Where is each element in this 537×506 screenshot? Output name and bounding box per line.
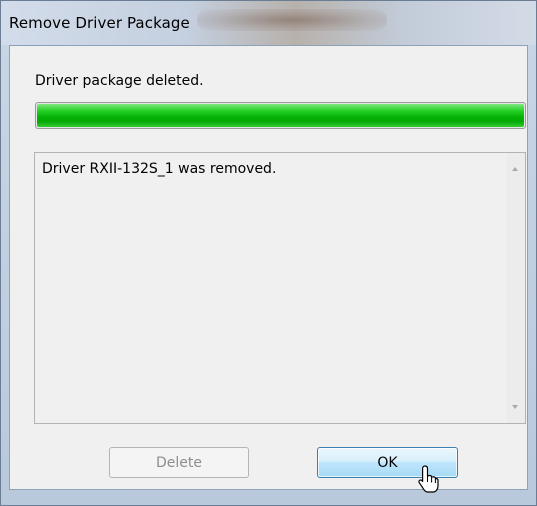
status-message: Driver package deleted. [35,73,204,89]
delete-button[interactable]: Delete [109,447,249,478]
dialog-client-area: Driver package deleted. Driver RXII-132S… [9,45,528,490]
log-textbox[interactable]: Driver RXII-132S_1 was removed. [34,152,526,424]
progress-bar [35,102,526,129]
remove-driver-package-dialog: Remove Driver Package Driver package del… [0,0,537,506]
vertical-scrollbar[interactable] [506,153,525,423]
scroll-up-arrow-icon[interactable] [512,167,518,171]
log-line: Driver RXII-132S_1 was removed. [42,161,277,177]
scroll-down-arrow-icon[interactable] [512,405,518,409]
title-bar-glow [197,9,387,31]
pointer-cursor-icon [418,465,439,493]
window-title: Remove Driver Package [9,14,190,32]
title-bar[interactable]: Remove Driver Package [1,1,536,45]
progress-bar-fill [37,104,524,127]
